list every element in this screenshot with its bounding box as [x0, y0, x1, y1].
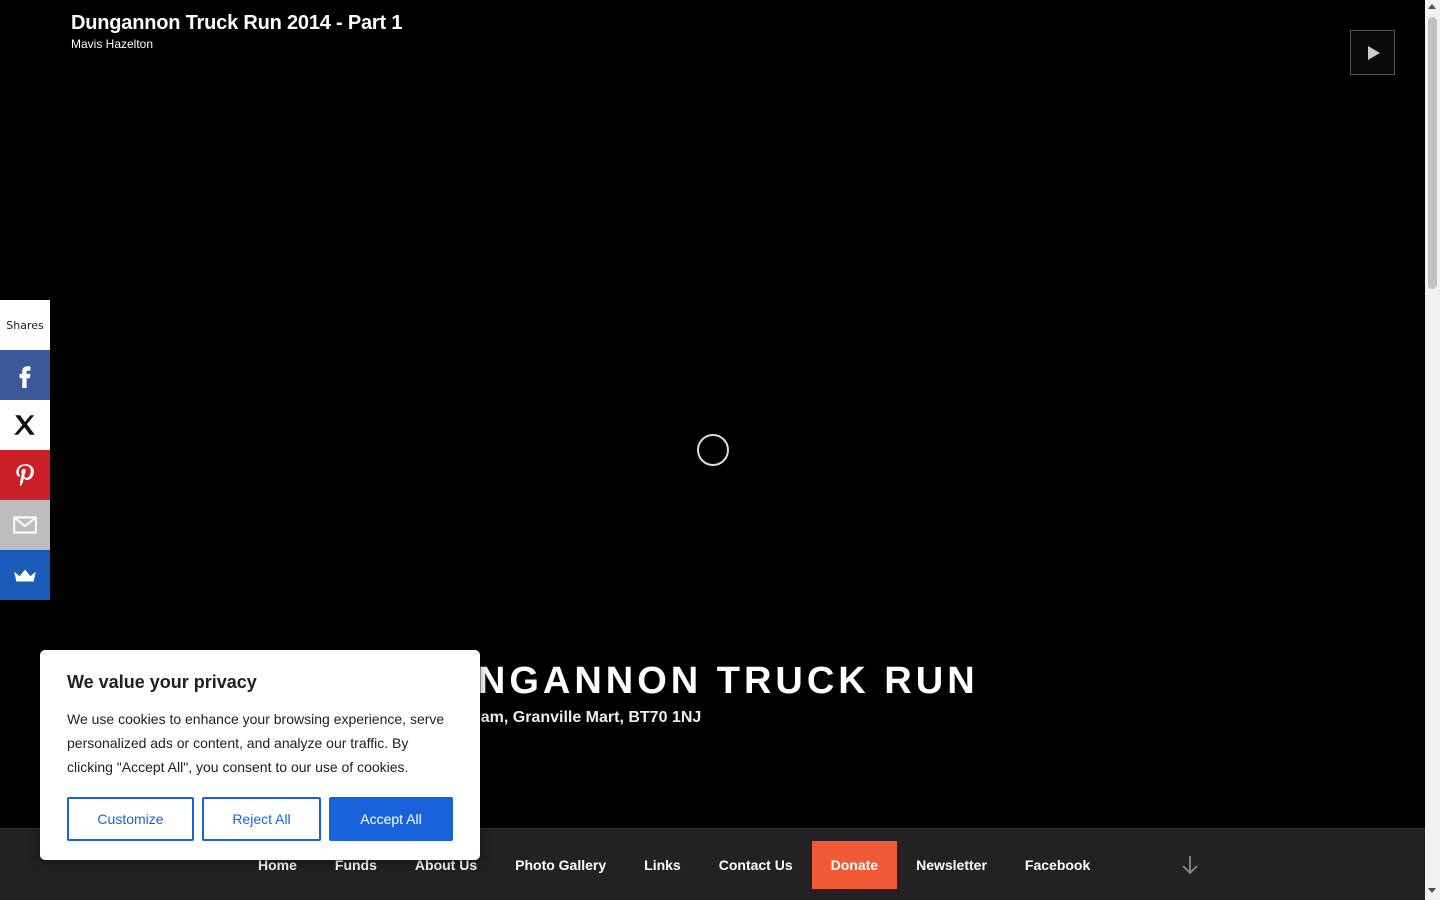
video-author[interactable]: Mavis Hazelton: [71, 37, 153, 51]
nav-item-newsletter[interactable]: Newsletter: [897, 841, 1006, 889]
nav-item-photo-gallery[interactable]: Photo Gallery: [496, 841, 625, 889]
nav-item-facebook[interactable]: Facebook: [1006, 841, 1109, 889]
share-count-label: Shares: [0, 300, 50, 350]
facebook-icon: [19, 366, 31, 388]
email-icon: [13, 516, 37, 534]
page-scrollbar[interactable]: [1425, 0, 1440, 900]
cookie-body: We use cookies to enhance your browsing …: [67, 711, 445, 775]
site-title[interactable]: DUNGANNON TRUCK RUN: [415, 660, 979, 703]
sumome-share-button[interactable]: [0, 550, 50, 600]
reject-all-button[interactable]: Reject All: [202, 797, 321, 841]
cookie-consent-banner: We value your privacy We use cookies to …: [40, 650, 480, 860]
email-share-button[interactable]: [0, 500, 50, 550]
play-button[interactable]: [1350, 30, 1395, 75]
scroll-down-icon[interactable]: [1428, 888, 1436, 893]
nav-item-donate[interactable]: Donate: [811, 841, 898, 889]
cookie-title: We value your privacy: [67, 672, 257, 692]
customize-button[interactable]: Customize: [67, 797, 194, 841]
scrollbar-thumb[interactable]: [1428, 17, 1437, 289]
x-icon: [14, 415, 35, 435]
nav-item-links[interactable]: Links: [625, 841, 700, 889]
loading-spinner-icon: [697, 434, 729, 466]
arrow-down-icon[interactable]: [1178, 853, 1202, 877]
pinterest-share-button[interactable]: [0, 450, 50, 500]
nav-item-contact-us[interactable]: Contact Us: [700, 841, 812, 889]
pinterest-icon: [16, 464, 34, 487]
x-share-button[interactable]: [0, 400, 50, 450]
play-icon: [1367, 45, 1380, 60]
facebook-share-button[interactable]: [0, 350, 50, 400]
share-sidebar: Shares: [0, 300, 50, 600]
video-title[interactable]: Dungannon Truck Run 2014 - Part 1: [71, 12, 402, 35]
crown-icon: [14, 569, 36, 582]
scroll-up-icon[interactable]: [1428, 4, 1436, 9]
accept-all-button[interactable]: Accept All: [329, 797, 453, 841]
